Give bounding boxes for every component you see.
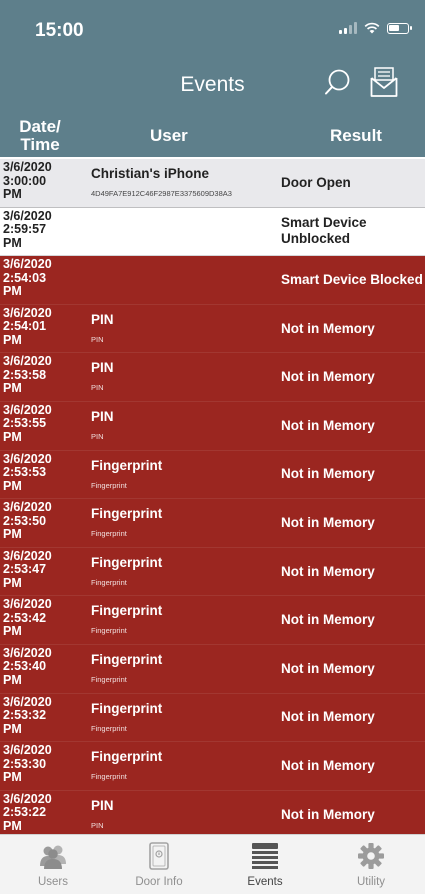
events-list-icon (252, 843, 278, 869)
event-user-detail: Fingerprint (91, 772, 127, 782)
wifi-icon (364, 22, 380, 34)
tab-door-info[interactable]: Door Info (106, 835, 212, 894)
tab-bar: Users Door Info Events Utility (0, 834, 425, 894)
event-result: Door Open (281, 174, 351, 190)
event-row[interactable]: 3/6/2020 2:53:42 PM Fingerprint Fingerprin… (0, 596, 425, 645)
event-user-detail: PIN (91, 820, 104, 830)
tab-label-utility: Utility (356, 876, 386, 888)
status-icons (339, 22, 412, 34)
event-datetime: 3/6/2020 2:53:47 PM (3, 548, 52, 590)
event-datetime: 3/6/2020 2:53:22 PM (3, 791, 52, 833)
event-user: Fingerprint (91, 506, 163, 522)
event-user: PIN (91, 408, 114, 424)
event-user: PIN (91, 360, 114, 376)
event-user-detail: Fingerprint (91, 577, 127, 587)
event-row[interactable]: 3/6/2020 2:54:01 PM PIN PIN Not in Memory (0, 304, 425, 354)
event-datetime: 3/6/2020 2:53:58 PM (3, 354, 52, 396)
tab-label-events: Events (247, 876, 283, 888)
event-result: Not in Memory (281, 806, 375, 822)
event-result: Not in Memory (281, 709, 375, 725)
event-row[interactable]: 3/6/2020 2:53:30 PM Fingerprint Fingerprin… (0, 742, 425, 791)
event-user-detail: Fingerprint (91, 480, 127, 490)
events-list[interactable]: 3/6/2020 3:00:00 PM Christian's iPhone 4D4… (0, 159, 425, 834)
event-result: Not in Memory (281, 563, 375, 579)
event-user-detail: 4D49FA7E912C46F2987E3375609D38A3 (91, 189, 232, 198)
event-datetime: 3/6/2020 2:54:01 PM (3, 305, 52, 347)
signal-icon (339, 22, 357, 34)
page-title: Events (180, 73, 245, 96)
event-user-detail: PIN (91, 334, 104, 344)
gear-icon (358, 843, 384, 869)
event-result: Not in Memory (281, 417, 375, 433)
event-row[interactable]: 3/6/2020 2:53:22 PM PIN PIN Not in Memory (0, 790, 425, 834)
event-user: Fingerprint (91, 603, 163, 619)
event-datetime: 3/6/2020 2:53:30 PM (3, 743, 52, 785)
tab-users[interactable]: Users (0, 835, 106, 894)
tab-label-door-info: Door Info (135, 876, 183, 888)
tab-label-users: Users (37, 876, 69, 888)
status-time: 15:00 (35, 20, 84, 41)
event-user: PIN (91, 311, 114, 327)
event-user-detail: Fingerprint (91, 529, 127, 539)
event-result: Not in Memory (281, 369, 375, 385)
mail-report-icon[interactable] (369, 65, 399, 99)
event-result: Smart Device Blocked (281, 271, 423, 287)
event-datetime: 3/6/2020 3:00:00 PM (3, 160, 52, 201)
event-datetime: 3/6/2020 2:53:50 PM (3, 500, 52, 542)
event-datetime: 3/6/2020 2:53:32 PM (3, 694, 52, 736)
door-info-icon (149, 842, 169, 870)
column-header-user: User (150, 126, 188, 145)
event-result: Smart Device Unblocked (281, 215, 367, 247)
event-datetime: 3/6/2020 2:53:55 PM (3, 402, 52, 444)
event-user-detail: Fingerprint (91, 674, 127, 684)
event-result: Not in Memory (281, 757, 375, 773)
column-header-date: Date/ Time (19, 117, 61, 154)
event-row[interactable]: 3/6/2020 2:53:53 PM Fingerprint Fingerprin… (0, 450, 425, 500)
event-user: Christian's iPhone (91, 166, 209, 181)
event-user: Fingerprint (91, 554, 163, 570)
event-row[interactable]: 3/6/2020 2:53:55 PM PIN PIN Not in Memory (0, 401, 425, 451)
event-user: Fingerprint (91, 700, 163, 716)
event-row[interactable]: 3/6/2020 2:53:40 PM Fingerprint Fingerprin… (0, 644, 425, 694)
event-user-detail: Fingerprint (91, 626, 127, 636)
event-user: Fingerprint (91, 749, 163, 765)
event-datetime: 3/6/2020 2:54:03 PM (3, 257, 52, 299)
event-datetime: 3/6/2020 2:53:53 PM (3, 451, 52, 493)
events-screen: 15:00 Events Date/ Time User Result 3/6/… (0, 0, 425, 894)
event-result: Not in Memory (281, 466, 375, 482)
event-row[interactable]: 3/6/2020 2:53:47 PM Fingerprint Fingerprin… (0, 547, 425, 597)
event-user-detail: Fingerprint (91, 723, 127, 733)
table-header: Date/ Time User Result (0, 115, 425, 157)
event-row[interactable]: 3/6/2020 2:59:57 PM Smart Device Unblocke… (0, 207, 425, 257)
users-icon (40, 845, 66, 869)
event-result: Not in Memory (281, 320, 375, 336)
event-datetime: 3/6/2020 2:59:57 PM (3, 208, 52, 250)
event-row[interactable]: 3/6/2020 3:00:00 PM Christian's iPhone 4D4… (0, 159, 425, 208)
event-user: PIN (91, 797, 114, 813)
event-row[interactable]: 3/6/2020 2:53:50 PM Fingerprint Fingerprin… (0, 499, 425, 548)
column-header-result: Result (330, 126, 382, 145)
event-result: Not in Memory (281, 612, 375, 628)
tab-events[interactable]: Events (212, 835, 318, 894)
event-user: Fingerprint (91, 651, 163, 667)
event-row[interactable]: 3/6/2020 2:53:32 PM Fingerprint Fingerprin… (0, 693, 425, 743)
event-user: Fingerprint (91, 457, 163, 473)
top-bar: 15:00 Events (0, 0, 425, 115)
event-datetime: 3/6/2020 2:53:42 PM (3, 597, 52, 639)
event-datetime: 3/6/2020 2:53:40 PM (3, 645, 52, 687)
battery-icon (387, 22, 412, 34)
event-user-detail: PIN (91, 431, 104, 441)
event-user-detail: PIN (91, 383, 104, 393)
event-result: Not in Memory (281, 514, 375, 530)
event-row[interactable]: 3/6/2020 2:53:58 PM PIN PIN Not in Memory (0, 353, 425, 402)
search-icon[interactable] (323, 66, 353, 100)
event-result: Not in Memory (281, 660, 375, 676)
event-row[interactable]: 3/6/2020 2:54:03 PM Smart Device Blocked (0, 256, 425, 305)
tab-utility[interactable]: Utility (318, 835, 424, 894)
